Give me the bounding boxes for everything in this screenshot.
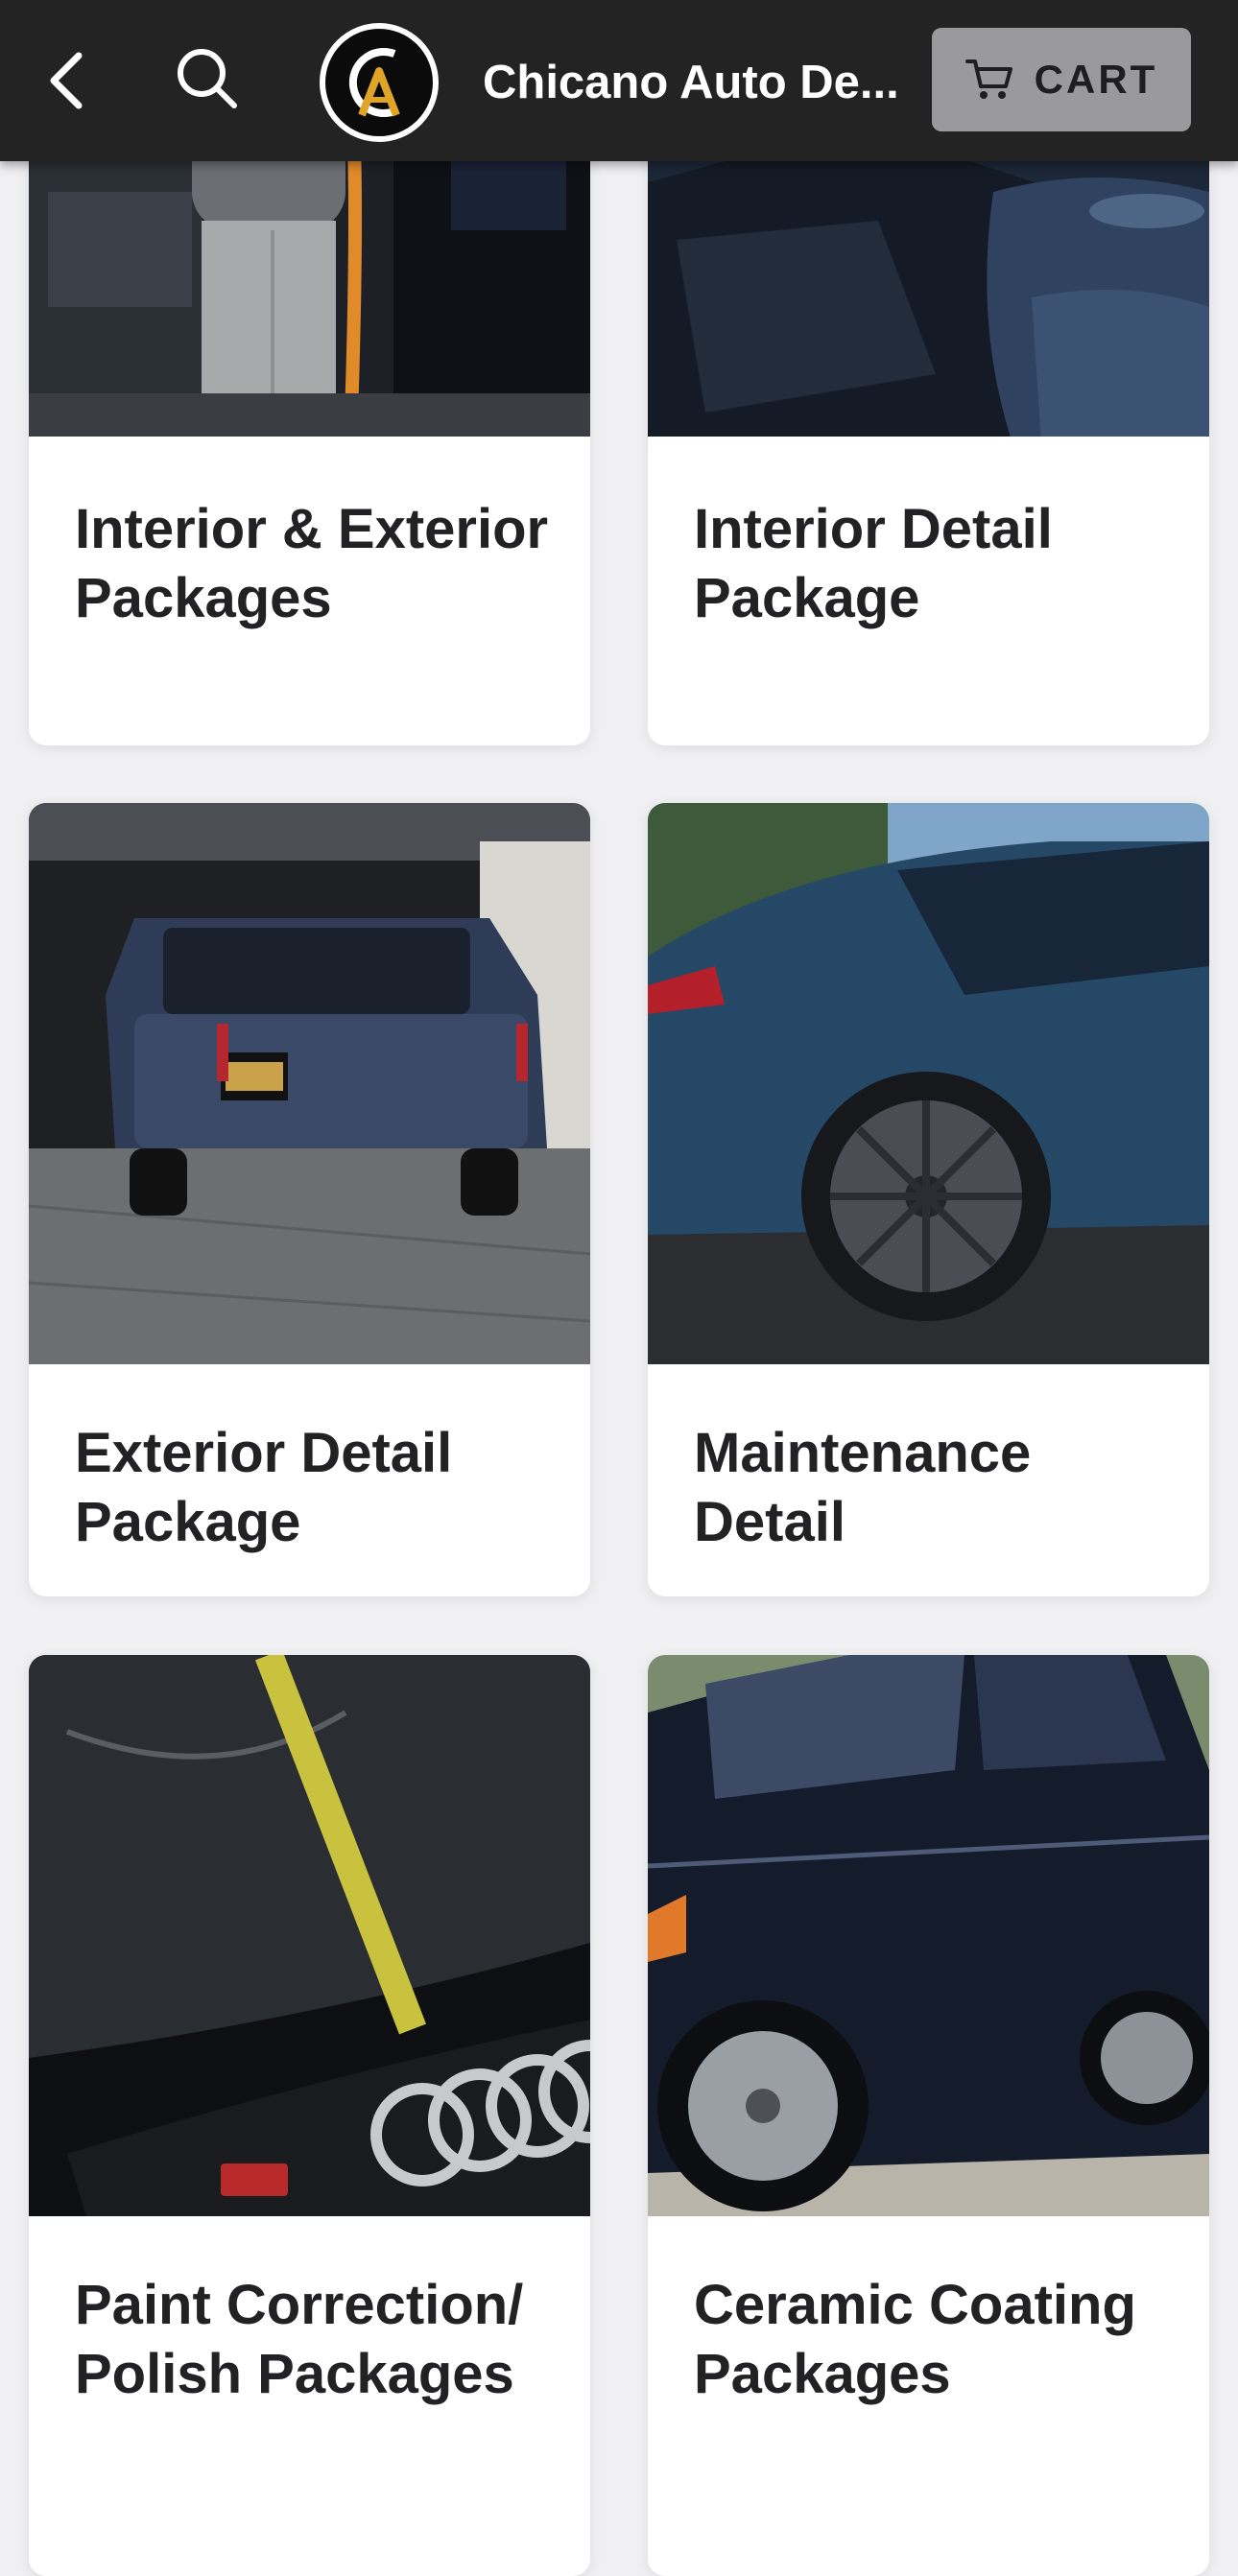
product-title: Interior & Exterior Packages [75,498,549,629]
product-image [648,1655,1209,2216]
product-image [648,803,1209,1364]
cart-label: CART [1034,57,1158,102]
top-bar: Chicano Auto De... CART [0,0,1238,161]
logo-icon [348,48,400,117]
product-title: Paint Correction/ Polish Packages [75,2274,524,2405]
product-image [29,1655,590,2216]
product-title: Maintenance Detail [694,1422,1032,1553]
product-card[interactable]: Maintenance Detail [648,803,1209,1596]
product-title: Ceramic Coating Packages [694,2274,1136,2405]
search-icon [178,49,237,108]
product-title: Interior Detail Package [694,498,1053,629]
cart-button[interactable]: CART [932,28,1191,131]
product-card[interactable]: Exterior Detail Package [29,803,590,1596]
search-button[interactable] [169,40,246,117]
product-card[interactable]: Paint Correction/ Polish Packages [29,1655,590,2576]
back-button[interactable] [38,42,100,119]
cart-icon [964,59,1012,99]
store-title[interactable]: Chicano Auto De... [483,54,905,111]
product-card[interactable]: Ceramic Coating Packages [648,1655,1209,2576]
store-logo[interactable] [320,23,439,142]
product-title: Exterior Detail Package [75,1422,453,1553]
chevron-left-icon [50,52,83,109]
product-image [29,803,590,1364]
